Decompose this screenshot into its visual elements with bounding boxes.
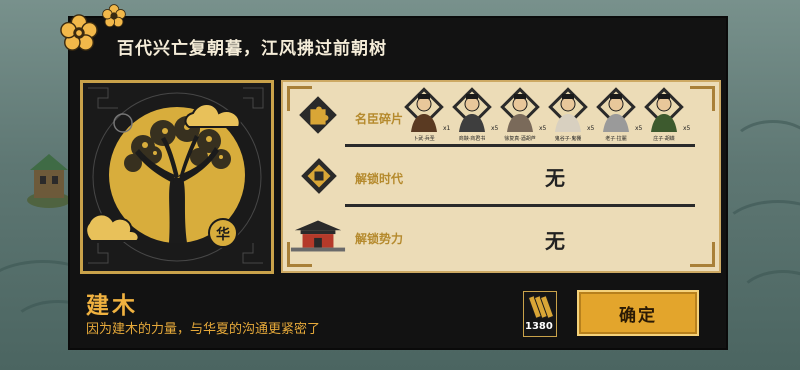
hero-fragment-count: x5 [683, 125, 691, 132]
puzzle-icon [299, 96, 337, 134]
building-artwork: 华 [80, 80, 274, 274]
dialog-title: 百代兴亡复朝暮，江风拂过前朝树 [117, 39, 387, 59]
frame-corner [690, 86, 715, 111]
plum-blossom-icon [60, 14, 98, 51]
hero-name: 卜武·兵圣 [413, 136, 435, 142]
hero-name: 商鞅·商君书 [458, 136, 486, 142]
hero-fragment-count: x5 [635, 125, 643, 132]
wave-decoration [730, 120, 800, 176]
building-description: 因为建木的力量，与华夏的沟通更紧密了 [86, 322, 321, 337]
hero-fragment-count: x1 [443, 125, 451, 132]
wave-decoration [720, 200, 800, 266]
hero-fragment[interactable]: x5 商鞅·商君书 [451, 82, 499, 144]
hero-fragment[interactable]: x5 庄子·胡蝶 [643, 82, 691, 144]
row-divider [345, 204, 695, 207]
hero-portrait-icon [548, 87, 588, 132]
palace-icon [290, 220, 346, 252]
hero-portrait-icon [500, 87, 540, 132]
wood-bundle-icon [527, 294, 555, 320]
hero-portrait-icon [404, 87, 444, 132]
hero-name: 徐复真·酒胡芦 [504, 136, 536, 142]
hero-portrait-icon [644, 87, 684, 132]
hero-fragment-count: x5 [491, 125, 499, 132]
hero-name: 庄子·胡蝶 [653, 136, 675, 142]
hero-fragment-count: x5 [587, 125, 595, 132]
hero-portrait-icon [596, 87, 636, 132]
hero-fragment[interactable]: x5 徐复真·酒胡芦 [499, 82, 547, 144]
plum-blossom-icon [102, 4, 126, 28]
era-value: 无 [545, 166, 565, 190]
frame-corner [690, 242, 715, 267]
confirm-button[interactable]: 确定 [577, 290, 699, 336]
faction-value: 无 [545, 229, 565, 253]
seal-character: 华 [216, 226, 230, 243]
hero-name: 鬼谷子·鬼棚 [554, 136, 582, 142]
faction-label: 解锁势力 [355, 232, 404, 246]
hero-fragment[interactable]: x5 老子·拉麗 [595, 82, 643, 144]
hero-fragment[interactable]: x1 卜武·兵圣 [403, 82, 451, 144]
wave-decoration [735, 270, 800, 336]
unlock-info-panel: 名臣碎片 x1 卜武·兵圣 x5 商鞅·商君书 x5 徐复真·酒胡芦 x5 鬼谷子·鬼棚 x5 老… [281, 80, 721, 273]
island-icon[interactable] [26, 150, 72, 210]
era-label: 解锁时代 [355, 172, 404, 186]
row-divider [345, 144, 695, 147]
hero-fragment-count: x5 [539, 125, 547, 132]
fragments-label: 名臣碎片 [355, 112, 404, 126]
resource-count: 1380 [525, 321, 553, 332]
diamond-emblem-icon [301, 158, 337, 194]
building-name: 建木 [86, 293, 138, 319]
hero-name: 老子·拉麗 [605, 136, 627, 142]
hero-portrait-icon [452, 87, 492, 132]
jianmu-tree-illustration: 华 [83, 83, 271, 271]
hero-fragment[interactable]: x5 鬼谷子·鬼棚 [547, 82, 595, 144]
